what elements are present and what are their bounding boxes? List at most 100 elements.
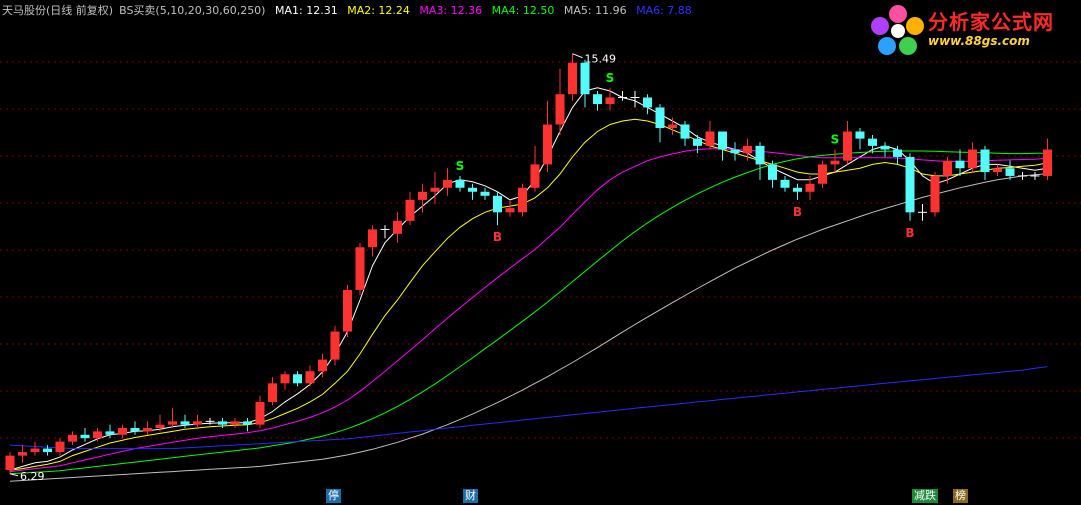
candle-body-up <box>30 448 40 453</box>
candle-body-down <box>680 124 690 139</box>
chart-header: 天马股份(日线 前复权) BS买卖(5,10,20,30,60,250) MA1:… <box>2 2 698 18</box>
candle-body-down <box>768 164 777 180</box>
candle-body-down <box>1005 168 1015 176</box>
ma-line-ma5 <box>9 173 1048 482</box>
high-pointer <box>572 53 583 59</box>
stock-title: 天马股份(日线 前复权) <box>2 4 114 17</box>
signal-label-buy: B <box>905 226 914 240</box>
candle-body-down <box>455 179 465 188</box>
ma4-label: MA4: 12.50 <box>491 4 555 17</box>
candle-body-up <box>968 149 977 169</box>
ma-line-ma1 <box>9 87 1048 471</box>
signal-label-buy: B <box>493 230 502 244</box>
candle-body-up <box>418 191 427 200</box>
candle-body-up <box>230 421 240 425</box>
marker-rank[interactable]: 榜 <box>953 489 968 503</box>
logo-url: www.88gs.com <box>928 34 1030 48</box>
chart-window: S B S B S B 15.49 6.29 天马股份(日线 前复权) BS买卖(5,10,20… <box>0 0 1081 505</box>
ma3-label: MA3: 12.36 <box>419 4 483 17</box>
candle-body-up <box>668 124 677 128</box>
candle-body-down <box>718 131 727 150</box>
candle-body-down <box>593 94 602 105</box>
signal-label-sell: S <box>831 133 840 147</box>
signal-label-buy: B <box>793 205 802 219</box>
candle-body-up <box>143 428 152 432</box>
candle-body-up <box>518 187 527 213</box>
candle-body-up <box>743 145 752 154</box>
candle-body-up <box>830 160 840 165</box>
candle-body-down <box>955 160 965 169</box>
candle-body-up <box>168 421 177 425</box>
candle-body-down <box>755 145 765 165</box>
candle-body-down <box>293 374 302 384</box>
candle-body-up <box>355 247 365 290</box>
ma2-label: MA2: 12.24 <box>347 4 410 17</box>
candle-body-up <box>118 428 127 435</box>
signal-label-sell: S <box>606 71 615 85</box>
candle-body-down <box>655 107 665 128</box>
candle-body-up <box>330 331 340 360</box>
candle-body-down <box>868 138 877 146</box>
candle-body-up <box>393 220 402 234</box>
low-pointer <box>9 473 19 477</box>
candle-body-up <box>68 434 77 442</box>
candle-body-up <box>605 97 615 105</box>
candle-body-up <box>930 175 940 213</box>
candle-body-up <box>530 164 540 188</box>
candle-body-up <box>155 424 165 429</box>
candle-body-down <box>218 421 227 425</box>
marker-suspend[interactable]: 停 <box>326 489 341 503</box>
candle-body-down <box>80 434 90 439</box>
candle-body-up <box>5 455 15 471</box>
candle-body-up <box>280 374 290 384</box>
candle-body-up <box>268 383 277 402</box>
candle-body-up <box>805 183 815 192</box>
candle-body-down <box>793 187 802 192</box>
ma-line-ma3 <box>9 148 1048 473</box>
candle-body-down <box>855 131 865 139</box>
candle-body-down <box>730 149 740 154</box>
ma1-label: MA1: 12.31 <box>274 4 338 17</box>
candle-body-down <box>780 179 790 188</box>
candle-body-up <box>1043 149 1052 176</box>
candle-body-up <box>255 401 265 425</box>
indicator-name: BS买卖(5,10,20,30,60,250) <box>119 4 266 17</box>
marker-reduce[interactable]: 减跌 <box>912 489 938 503</box>
candlestick-chart[interactable]: S B S B S B 15.49 6.29 <box>0 0 1081 505</box>
candle-body-down <box>905 156 915 213</box>
event-markers: 停 财 减跌 榜 <box>0 487 1081 503</box>
candle-body-down <box>693 138 702 146</box>
ma-line-ma2 <box>9 118 1048 471</box>
candle-body-up <box>368 229 377 248</box>
candle-body-down <box>468 187 477 192</box>
candle-body-up <box>843 131 852 161</box>
candle-body-down <box>880 145 890 150</box>
candle-body-up <box>430 187 440 192</box>
candle-body-up <box>505 208 515 213</box>
candle-body-up <box>55 441 65 453</box>
signal-label-sell: S <box>456 159 465 173</box>
candle-body-down <box>643 97 652 108</box>
low-price-label: 6.29 <box>20 470 45 483</box>
candle-body-down <box>893 149 902 157</box>
candle-body-up <box>705 131 715 146</box>
candle-body-down <box>105 431 115 435</box>
candle-body-up <box>18 452 27 456</box>
ma6-label: MA6: 7.88 <box>636 4 692 17</box>
candle-body-up <box>943 160 952 176</box>
candle-body-up <box>305 371 315 384</box>
candle-body-up <box>318 359 327 372</box>
ma-line-ma6 <box>9 366 1048 450</box>
ma-line-ma4 <box>9 150 1048 475</box>
logo-name: 分析家公式网 <box>928 10 1054 34</box>
site-logo: 分析家公式网 www.88gs.com <box>870 4 1075 56</box>
candle-body-down <box>43 448 52 453</box>
candle-body-down <box>130 428 140 432</box>
candle-body-up <box>543 124 552 165</box>
high-price-label: 15.49 <box>585 53 617 66</box>
candle-body-up <box>818 164 827 184</box>
marker-finance[interactable]: 财 <box>463 489 478 503</box>
candle-body-up <box>993 168 1002 173</box>
flower-logo-icon <box>871 5 924 55</box>
ma5-label: MA5: 11.96 <box>563 4 627 17</box>
